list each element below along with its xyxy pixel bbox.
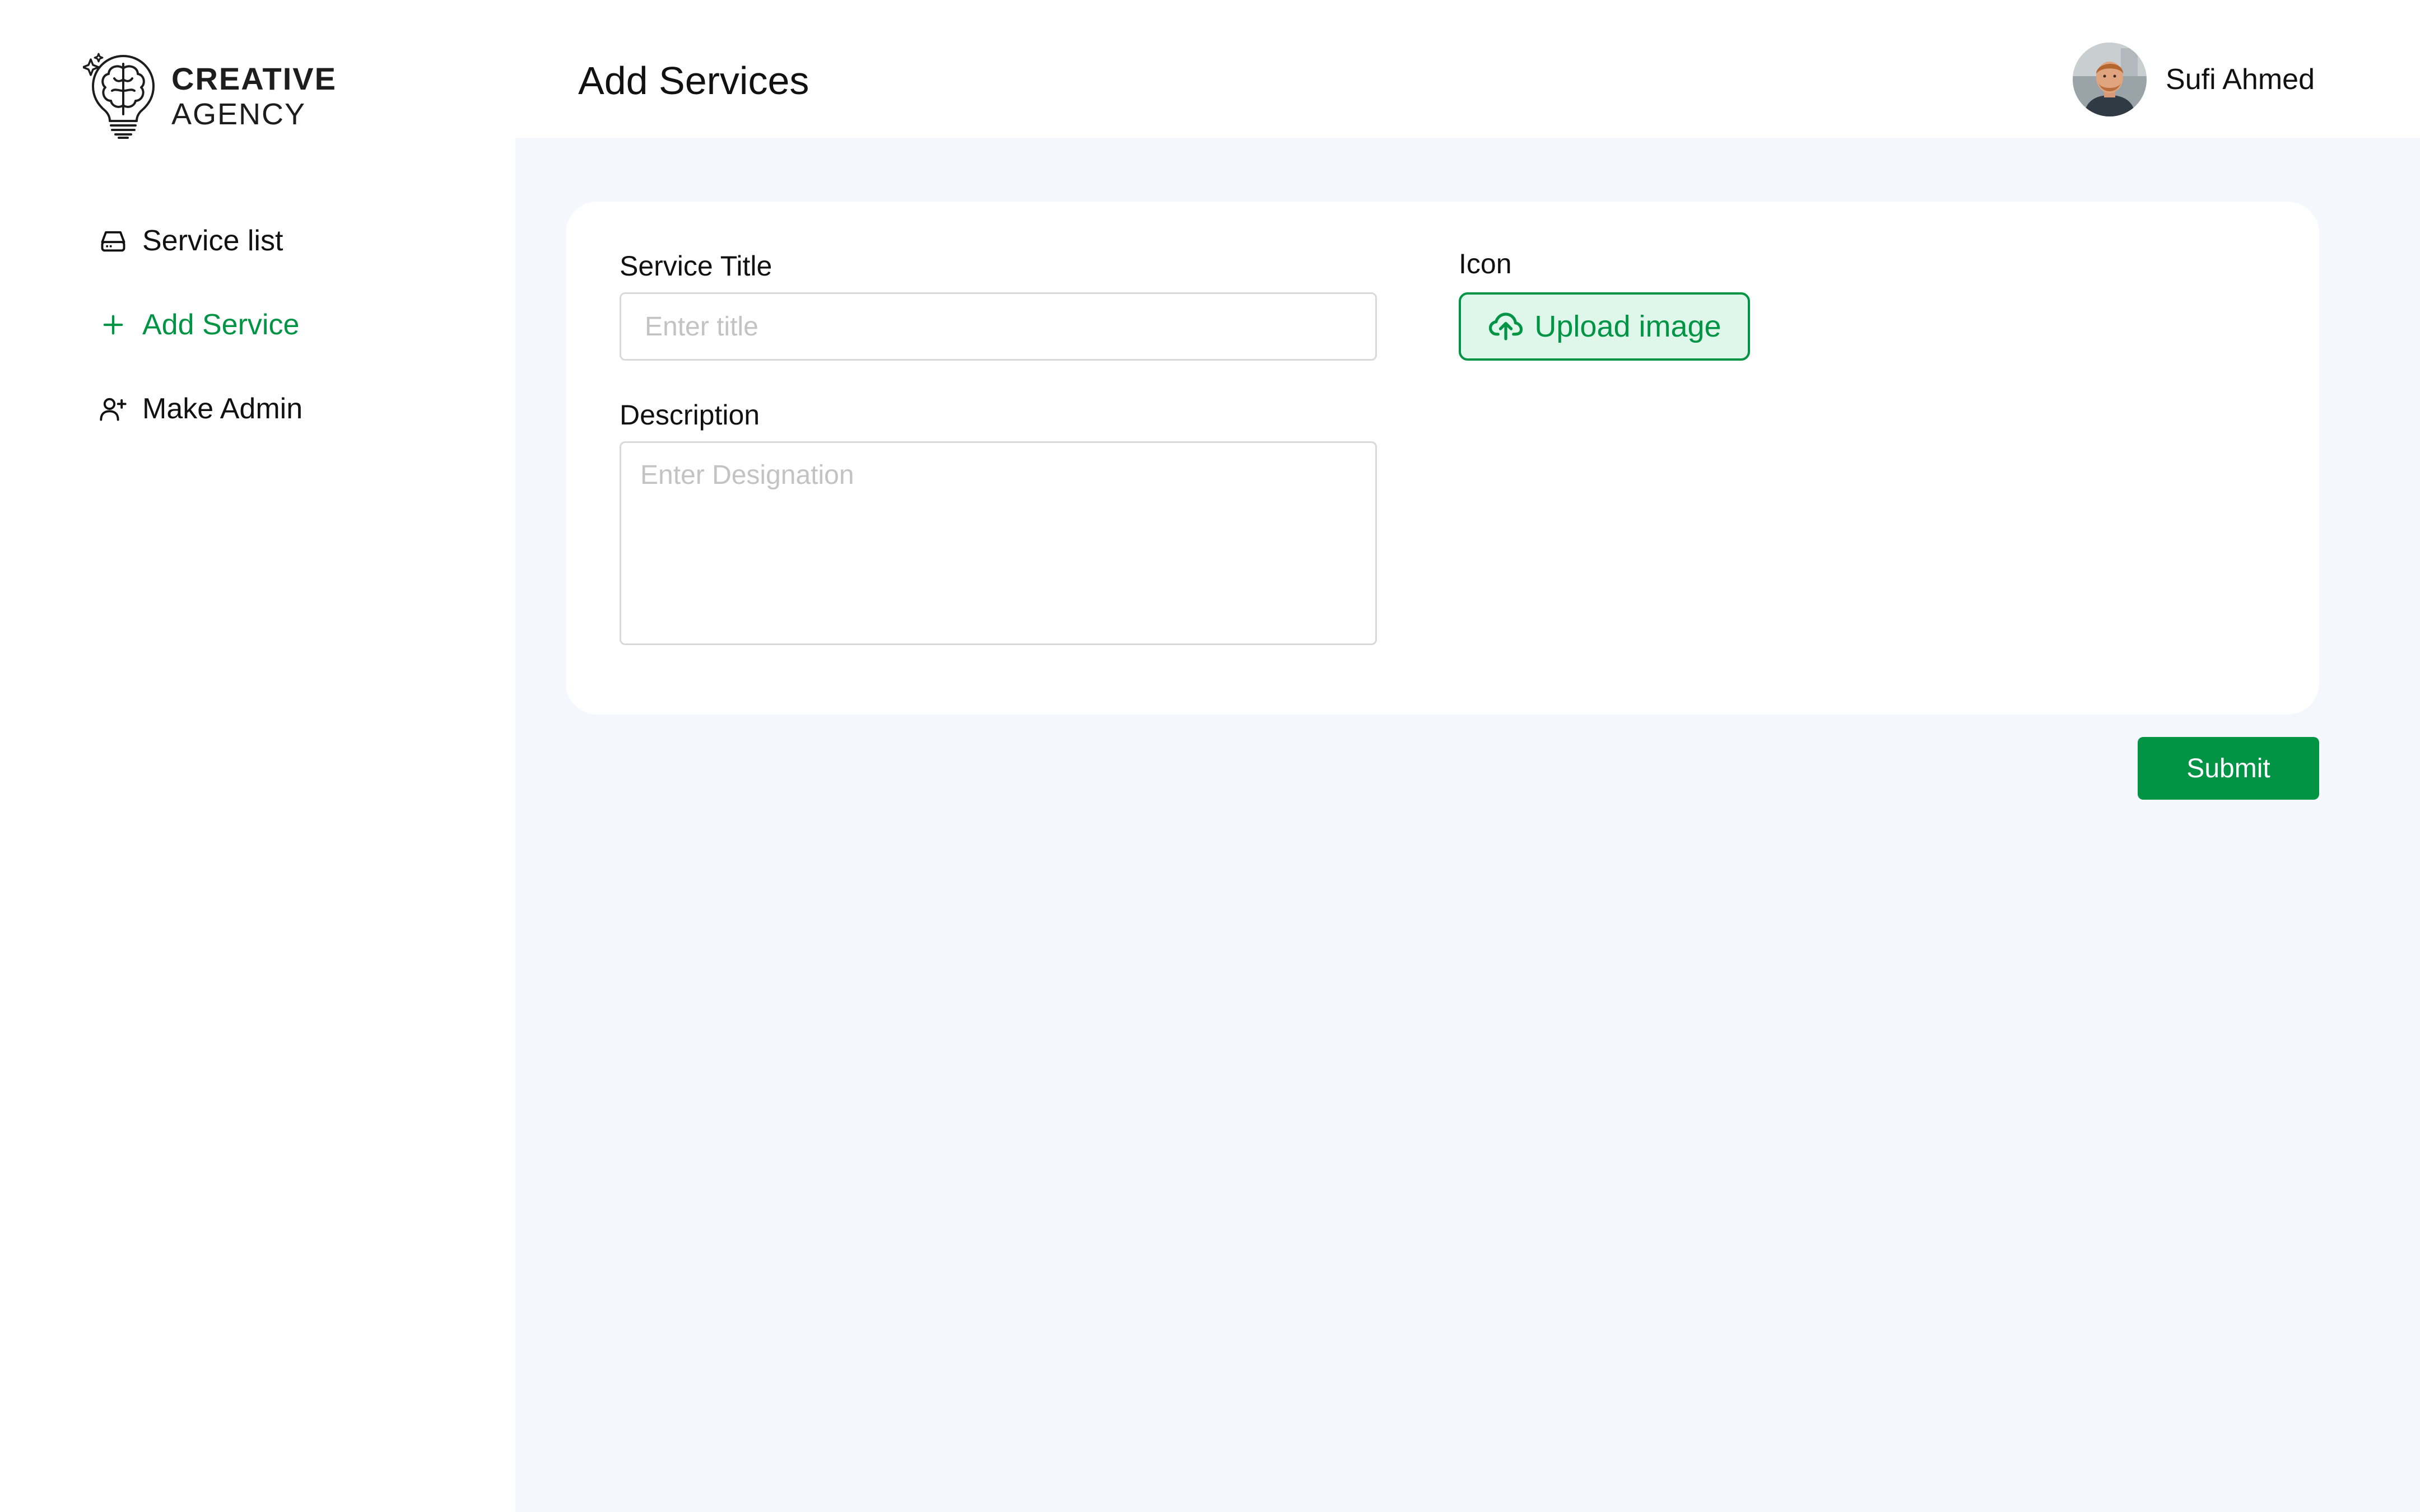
lightbulb-brain-icon (83, 53, 155, 139)
submit-button[interactable]: Submit (2138, 737, 2319, 800)
brand-name-line1: CREATIVE (171, 61, 337, 96)
top-header: Add Services Sufi Ahmed (515, 0, 2420, 138)
user-plus-icon (99, 394, 128, 423)
sidebar-item-label: Service list (142, 225, 283, 257)
sidebar-item-label: Add Service (142, 309, 300, 341)
hard-drive-icon (99, 226, 128, 255)
sidebar-nav: Service list Add Service Make Admin (99, 218, 302, 470)
service-title-label: Service Title (620, 250, 772, 282)
sidebar-item-label: Make Admin (142, 393, 303, 425)
sidebar-item-add-service[interactable]: Add Service (99, 302, 302, 347)
main-content: Service Title Description Icon Upload im… (515, 138, 2420, 1512)
user-profile[interactable]: Sufi Ahmed (2073, 43, 2315, 116)
service-title-input[interactable] (620, 292, 1377, 361)
upload-image-label: Upload image (1534, 310, 1721, 343)
add-service-form-card: Service Title Description Icon Upload im… (566, 202, 2319, 715)
plus-icon (99, 310, 128, 339)
brand-logo[interactable]: CREATIVE AGENCY (83, 52, 337, 141)
sidebar-item-service-list[interactable]: Service list (99, 218, 302, 263)
page-title: Add Services (578, 59, 809, 102)
brand-name-line2: AGENCY (171, 97, 306, 131)
upload-image-button[interactable]: Upload image (1459, 292, 1750, 361)
description-label: Description (620, 399, 760, 431)
description-textarea[interactable] (620, 441, 1377, 645)
sidebar-item-make-admin[interactable]: Make Admin (99, 386, 302, 431)
cloud-upload-icon (1489, 312, 1523, 340)
icon-label: Icon (1459, 248, 1512, 279)
sidebar: CREATIVE AGENCY Service list Add Service… (0, 0, 515, 1512)
avatar[interactable] (2073, 43, 2147, 116)
app-window: CREATIVE AGENCY Service list Add Service… (0, 0, 2420, 1512)
user-name: Sufi Ahmed (2166, 63, 2315, 96)
